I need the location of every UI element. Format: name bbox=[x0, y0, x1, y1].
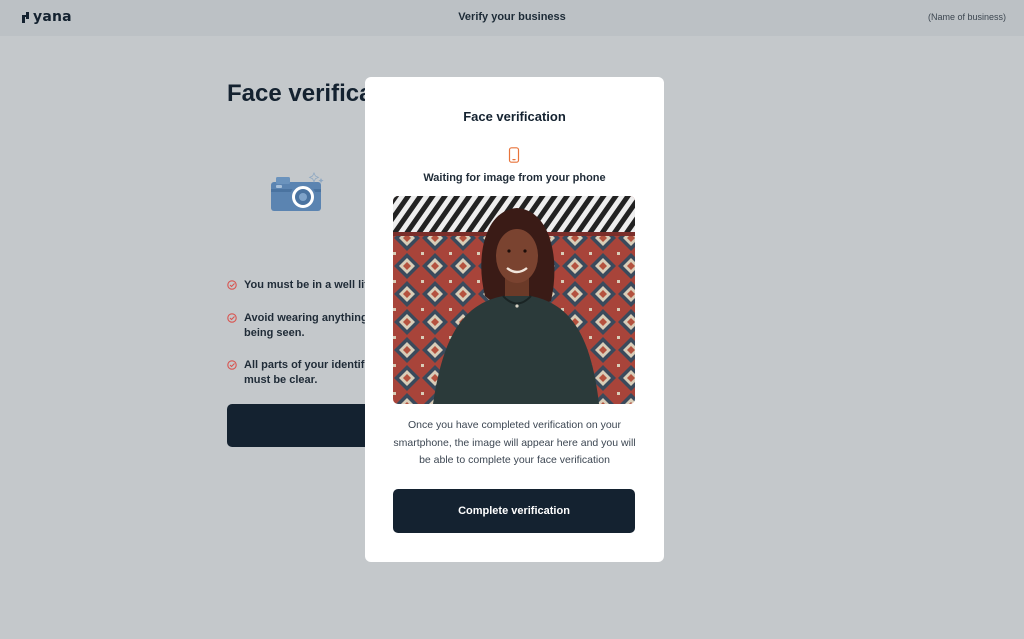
business-name: (Name of business) bbox=[927, 12, 1006, 22]
modal-title: Face verification bbox=[463, 109, 566, 124]
smartphone-icon bbox=[508, 147, 520, 163]
face-photo bbox=[393, 196, 635, 404]
requirement-text: You must be in a well lit bbox=[244, 279, 368, 291]
waiting-status: Waiting for image from your phone bbox=[423, 172, 606, 184]
top-bar: yana Verify your business (Name of busin… bbox=[0, 0, 1024, 36]
requirement-text: All parts of your identif must be clear. bbox=[244, 359, 365, 386]
check-circle-icon bbox=[227, 313, 237, 323]
modal-description: Once you have completed verification on … bbox=[393, 419, 636, 466]
requirement-text: Avoid wearing anything being seen. bbox=[244, 312, 368, 339]
requirement-item: You must be in a well lit bbox=[227, 278, 377, 293]
requirement-item: All parts of your identif must be clear. bbox=[227, 358, 377, 388]
check-circle-icon bbox=[227, 360, 237, 370]
face-verification-modal: Face verification Waiting for image from… bbox=[365, 77, 664, 562]
camera-illustration bbox=[271, 172, 324, 211]
requirement-item: Avoid wearing anything being seen. bbox=[227, 311, 377, 341]
complete-verification-button[interactable]: Complete verification bbox=[393, 489, 635, 533]
check-circle-icon bbox=[227, 280, 237, 290]
header-title: Verify your business bbox=[458, 11, 566, 23]
